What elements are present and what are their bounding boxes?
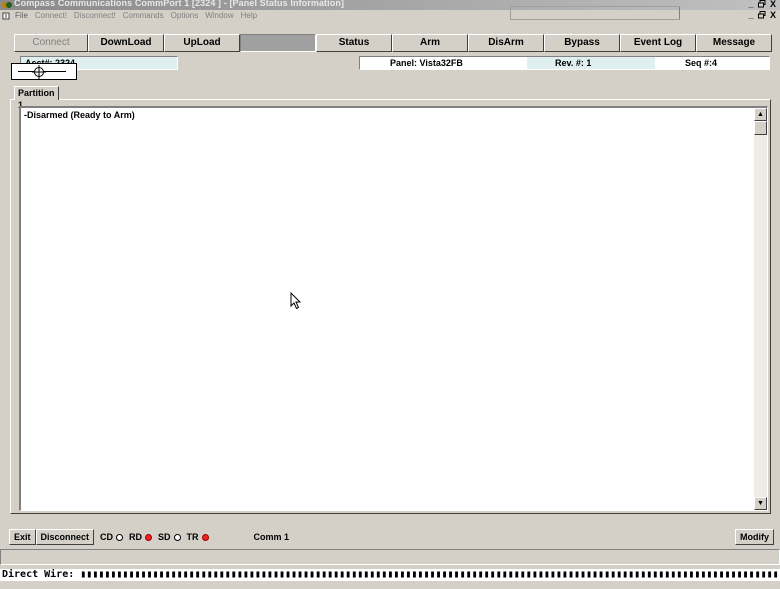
rev-label: Rev. #: 1 xyxy=(555,58,592,68)
document-icon[interactable] xyxy=(2,12,12,20)
exit-label: Exit xyxy=(14,532,31,542)
comm-port-label: Comm 1 xyxy=(253,532,290,542)
download-button[interactable]: DownLoad xyxy=(88,34,164,52)
bottom-bar: Exit Disconnect CD RD SD TR Comm 1 Modif… xyxy=(9,528,776,546)
indicator-cd: CD xyxy=(100,532,124,542)
scroll-down-button[interactable]: ▼ xyxy=(754,497,767,510)
mouse-cursor-icon xyxy=(290,292,302,310)
crosshair-icon xyxy=(32,65,46,79)
restore-button[interactable] xyxy=(757,0,767,9)
toolbar: Connect DownLoad UpLoad Status Arm DisAr… xyxy=(0,34,780,52)
panel-info-field: Panel: Vista32FB Rev. #: 1 Seq #:4 xyxy=(359,56,770,70)
sd-led-icon xyxy=(173,533,181,541)
status-bar xyxy=(0,549,780,565)
menu-options[interactable]: Options xyxy=(171,10,199,22)
restore-icon xyxy=(758,0,766,8)
message-button[interactable]: Message xyxy=(696,34,772,52)
menu-commands[interactable]: Commands xyxy=(123,10,164,22)
connect-button[interactable]: Connect xyxy=(14,34,88,52)
indicator-tr: TR xyxy=(187,532,209,542)
target-selector[interactable] xyxy=(11,63,77,80)
event-log-button[interactable]: Event Log xyxy=(620,34,696,52)
direct-wire-label: Direct Wire: xyxy=(2,569,75,580)
disconnect-button[interactable]: Disconnect xyxy=(35,529,95,545)
panel-label: Panel: Vista32FB xyxy=(390,58,463,68)
minimize-button[interactable]: _ xyxy=(746,0,756,9)
direct-wire-activity: ▮▮▮▮▮▮▮▮▮▮▮▮▮▮▮▮▮▮▮▮▮▮▮▮▮▮▮▮▮▮▮▮▮▮▮▮▮▮▮▮… xyxy=(80,569,780,580)
window-controls: _ X xyxy=(746,0,778,9)
status-line: -Disarmed (Ready to Arm) xyxy=(24,110,135,120)
modify-button[interactable]: Modify xyxy=(735,529,774,545)
seq-label: Seq #:4 xyxy=(685,58,718,68)
menu-disconnect[interactable]: Disconnect! xyxy=(74,10,116,22)
document-controls: _ X xyxy=(746,11,778,20)
doc-minimize-button[interactable]: _ xyxy=(746,11,756,20)
scroll-thumb[interactable] xyxy=(754,121,767,135)
tr-led-icon xyxy=(201,533,209,541)
exit-button[interactable]: Exit xyxy=(9,529,36,545)
vertical-scrollbar[interactable]: ▲ ▼ xyxy=(754,108,767,510)
overlay-frame xyxy=(510,6,680,20)
status-button[interactable]: Status xyxy=(316,34,392,52)
doc-restore-button[interactable] xyxy=(757,11,767,20)
menu-connect[interactable]: Connect! xyxy=(35,10,67,22)
close-button[interactable]: X xyxy=(768,0,778,9)
menu-window[interactable]: Window xyxy=(205,10,233,22)
status-list[interactable]: -Disarmed (Ready to Arm) ▲ ▼ xyxy=(19,106,768,511)
indicator-sd: SD xyxy=(158,532,181,542)
menu-help[interactable]: Help xyxy=(241,10,257,22)
doc-close-button[interactable]: X xyxy=(768,11,778,20)
restore-icon xyxy=(758,11,766,19)
cd-led-icon xyxy=(116,533,124,541)
blank-button[interactable] xyxy=(240,34,316,52)
disarm-button[interactable]: DisArm xyxy=(468,34,544,52)
info-bar: Acct#: 2324 Panel: Vista32FB Rev. #: 1 S… xyxy=(0,54,780,72)
bypass-button[interactable]: Bypass xyxy=(544,34,620,52)
direct-wire-bar: Direct Wire: ▮▮▮▮▮▮▮▮▮▮▮▮▮▮▮▮▮▮▮▮▮▮▮▮▮▮▮… xyxy=(0,569,780,581)
menu-file[interactable]: File xyxy=(15,10,28,22)
window-title: Compass Communications CommPort 1 [2324 … xyxy=(14,0,345,8)
scroll-up-button[interactable]: ▲ xyxy=(754,108,767,121)
arm-button[interactable]: Arm xyxy=(392,34,468,52)
upload-button[interactable]: UpLoad xyxy=(164,34,240,52)
app-icon[interactable] xyxy=(2,1,12,9)
indicator-rd: RD xyxy=(129,532,153,542)
tab-partition-1[interactable]: Partition 1 xyxy=(14,86,59,110)
rd-led-icon xyxy=(145,533,153,541)
